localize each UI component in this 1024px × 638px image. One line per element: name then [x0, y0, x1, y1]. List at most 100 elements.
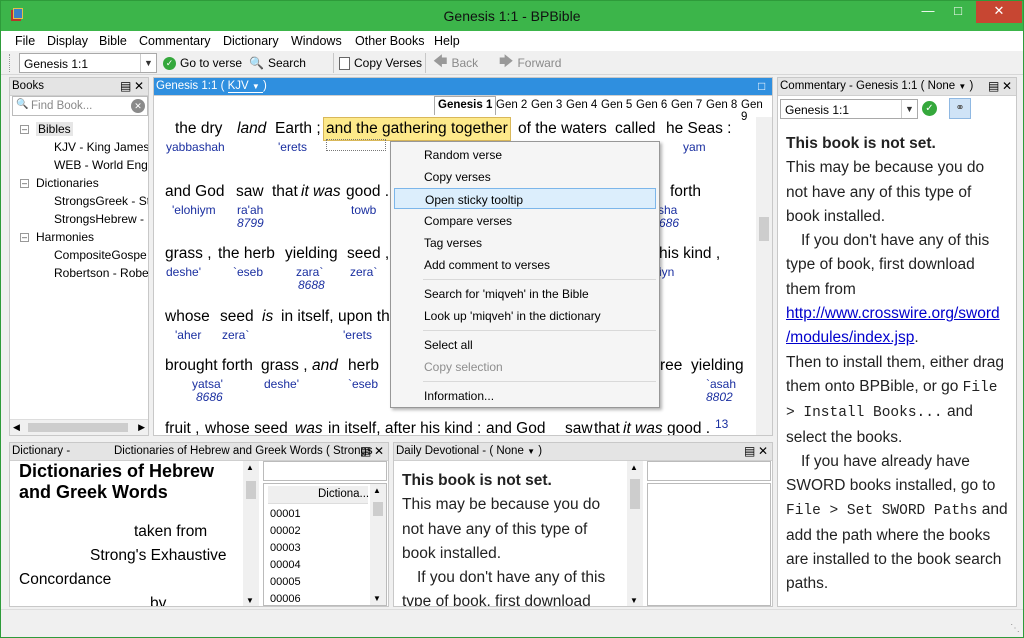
scroll-down-icon[interactable]: ▼ — [373, 594, 381, 603]
verse-word[interactable]: ree — [660, 357, 682, 375]
strongs-word[interactable]: 'elohiym — [172, 203, 216, 217]
tree-item-web[interactable]: WEB - World Eng — [54, 158, 148, 172]
verse-word[interactable]: that — [594, 420, 620, 435]
morph-code[interactable]: 686 — [659, 216, 679, 230]
strongs-word[interactable]: 'aher — [175, 328, 201, 342]
tab-gen-2[interactable]: Gen 2 — [496, 97, 527, 115]
scroll-thumb[interactable] — [630, 479, 640, 509]
tab-gen-5[interactable]: Gen 5 — [601, 97, 632, 115]
tab-gen-4[interactable]: Gen 4 — [566, 97, 597, 115]
tab-gen-9[interactable]: Gen 9 — [741, 97, 772, 123]
list-item[interactable]: 00004 — [270, 557, 301, 574]
back-button[interactable]: 🡄 Back — [433, 53, 478, 72]
devotional-calendar[interactable] — [647, 483, 771, 606]
menu-item-copy-selection[interactable]: Copy selection — [394, 356, 656, 377]
list-item[interactable]: 00003 — [270, 540, 301, 557]
strongs-word[interactable]: 'erets — [343, 328, 372, 342]
dictionary-list-header[interactable]: Dictiona... — [268, 486, 369, 504]
verse-word[interactable]: yielding — [691, 357, 744, 375]
verse-word[interactable]: that — [272, 183, 298, 201]
verse-word[interactable]: good . — [667, 420, 710, 435]
morph-code[interactable]: 8688 — [298, 278, 325, 292]
verse-word[interactable]: in itself, after his kind : — [328, 420, 481, 435]
menu-item-random-verse[interactable]: Random verse — [394, 144, 656, 165]
scroll-thumb[interactable] — [759, 217, 769, 241]
maximize-button[interactable]: □ — [943, 1, 973, 23]
menu-item-add-comment[interactable]: Add comment to verses — [394, 254, 656, 275]
chevron-down-icon[interactable]: ▼ — [140, 54, 156, 72]
forward-button[interactable]: 🡆 Forward — [499, 53, 561, 72]
list-item[interactable]: 00005 — [270, 574, 301, 591]
menu-dictionary[interactable]: Dictionary — [223, 34, 279, 48]
verse-word[interactable]: land — [237, 120, 266, 138]
verse-word[interactable]: seed — [220, 308, 254, 326]
resize-grip-icon[interactable]: ⋱ — [1010, 623, 1020, 634]
find-book-input[interactable]: 🔍 Find Book... ✕ — [12, 96, 148, 116]
reference-combo[interactable]: Genesis 1:1 ▼ — [19, 53, 157, 73]
tree-item-strongshebrew[interactable]: StrongsHebrew - — [54, 212, 144, 226]
menu-help[interactable]: Help — [434, 34, 460, 48]
menu-file[interactable]: File — [15, 34, 35, 48]
menu-commentary[interactable]: Commentary — [139, 34, 211, 48]
verse-word[interactable]: he Seas : — [666, 120, 732, 138]
verse-word[interactable]: brought forth — [165, 357, 253, 375]
dictionary-search-input[interactable] — [263, 461, 387, 481]
list-item[interactable]: 00002 — [270, 523, 301, 540]
dictionary-header-right[interactable]: Dictionaries of Hebrew and Greek Words (… — [114, 445, 373, 457]
clear-icon[interactable]: ✕ — [131, 99, 145, 113]
close-icon[interactable]: ✕ — [1002, 79, 1012, 93]
strongs-word[interactable]: yatsa' — [192, 377, 223, 391]
close-icon[interactable]: ✕ — [758, 444, 768, 458]
tree-item-bibles[interactable]: Bibles — [36, 122, 73, 136]
scroll-thumb[interactable] — [246, 481, 256, 499]
tab-genesis-1[interactable]: Genesis 1 — [434, 96, 497, 115]
strongs-word[interactable]: towb — [351, 203, 376, 217]
strongs-word[interactable]: zera` — [350, 265, 377, 279]
menu-item-information[interactable]: Information... — [394, 385, 656, 406]
strongs-word[interactable]: yam — [683, 140, 706, 154]
list-item[interactable]: 00001 — [270, 506, 301, 523]
go-to-verse-button[interactable]: ✓ Go to verse — [163, 54, 242, 72]
verse-word[interactable]: and — [312, 357, 338, 375]
verse-word[interactable]: upon th — [338, 308, 390, 326]
menu-item-tag-verses[interactable]: Tag verses — [394, 232, 656, 253]
verse-word[interactable]: his kind , — [659, 245, 720, 263]
verse-word[interactable]: was — [295, 420, 323, 435]
strongs-word[interactable]: sha — [658, 203, 677, 217]
menu-item-search-bible[interactable]: Search for 'miqveh' in the Bible — [394, 283, 656, 304]
morph-code[interactable]: 8799 — [237, 216, 264, 230]
tree-item-strongsgreek[interactable]: StrongsGreek - St — [54, 194, 148, 208]
scroll-thumb[interactable] — [28, 423, 128, 432]
verse-word[interactable]: is — [262, 308, 273, 326]
verse-word[interactable]: seed , — [347, 245, 389, 263]
verse-number[interactable]: 13 — [715, 417, 728, 431]
verse-word[interactable]: Earth ; — [275, 120, 321, 138]
menu-item-compare-verses[interactable]: Compare verses — [394, 210, 656, 231]
verse-word[interactable]: grass , — [261, 357, 308, 375]
link-sync-icon[interactable]: ⚭ — [949, 98, 971, 119]
scroll-up-icon[interactable]: ▲ — [630, 463, 638, 472]
verse-word[interactable]: and God — [165, 183, 224, 201]
chevron-down-icon[interactable]: ▼ — [901, 100, 917, 118]
verse-word[interactable]: herb — [348, 357, 379, 375]
scroll-up-icon[interactable]: ▲ — [246, 463, 254, 472]
scroll-up-icon[interactable]: ▲ — [373, 486, 381, 495]
verse-word[interactable]: yielding — [285, 245, 338, 263]
tree-item-robertson[interactable]: Robertson - Robe — [54, 266, 148, 280]
strongs-word[interactable]: deshe' — [166, 265, 201, 279]
maximize-icon[interactable]: ▤ — [744, 444, 755, 458]
maximize-icon[interactable]: □ — [758, 79, 765, 93]
tab-gen-3[interactable]: Gen 3 — [531, 97, 562, 115]
maximize-icon[interactable]: ▤ — [120, 79, 131, 93]
bible-module-selector[interactable]: KJV ▼ — [227, 80, 264, 93]
verse-word[interactable]: whose — [165, 308, 210, 326]
tree-item-kjv[interactable]: KJV - King James — [54, 140, 148, 154]
strongs-word[interactable]: ra'ah — [237, 203, 263, 217]
verse-word[interactable]: and God — [486, 420, 545, 435]
verse-word-selected[interactable]: and the gathering together — [323, 117, 511, 141]
collapse-icon[interactable]: – — [20, 125, 29, 134]
strongs-word[interactable]: `eseb — [233, 265, 263, 279]
close-window-button[interactable]: ✕ — [976, 1, 1022, 23]
menu-windows[interactable]: Windows — [291, 34, 342, 48]
verse-word[interactable]: grass , — [165, 245, 212, 263]
